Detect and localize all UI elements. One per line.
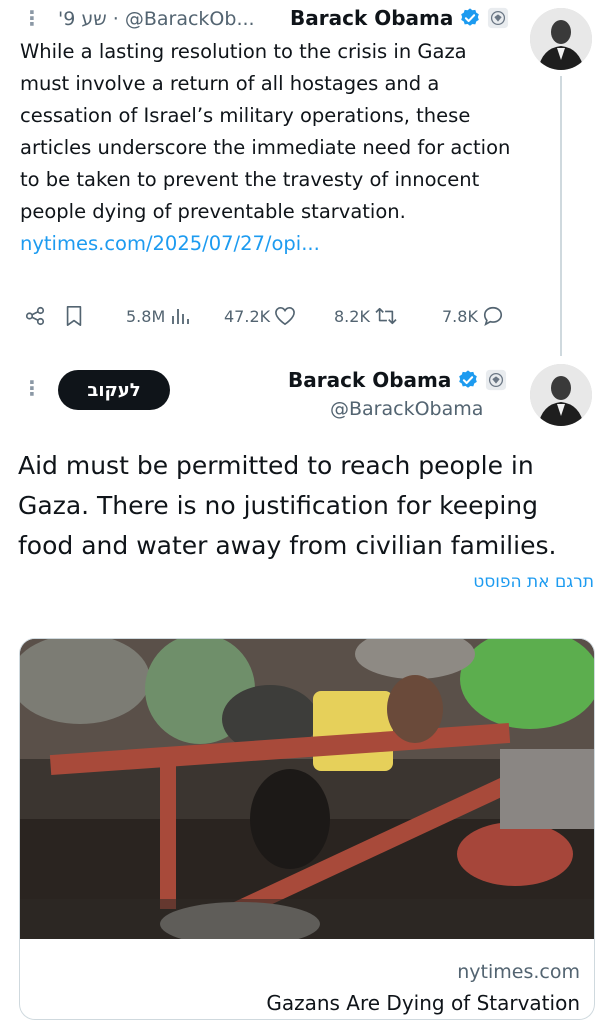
tweet2-author-name: Barack Obama bbox=[288, 368, 452, 392]
article-photo bbox=[20, 639, 594, 939]
views-button[interactable]: 5.8M bbox=[126, 306, 224, 326]
gov-seal-icon bbox=[486, 369, 507, 391]
tweet2-handle: @BarackObama bbox=[330, 398, 484, 420]
share-icon bbox=[25, 306, 45, 326]
tweet2-avatar[interactable] bbox=[530, 364, 592, 426]
follow-button[interactable]: לעקוב bbox=[58, 370, 170, 410]
share-button[interactable] bbox=[24, 305, 64, 327]
replies-count: 7.8K bbox=[442, 306, 478, 326]
retweets-count: 8.2K bbox=[334, 306, 370, 326]
tweet2-text: Aid must be permitted to reach people in… bbox=[18, 451, 557, 560]
tweet1-body: While a lasting resolution to the crisis… bbox=[20, 40, 511, 223]
tweet2-author[interactable]: Barack Obama bbox=[288, 368, 507, 392]
views-count: 5.8M bbox=[126, 306, 166, 326]
translate-post-link[interactable]: תרגם את הפוסט bbox=[473, 572, 594, 592]
card-title: Gazans Are Dying of Starvation bbox=[266, 991, 580, 1015]
views-icon bbox=[172, 309, 190, 324]
tweet1-avatar[interactable] bbox=[530, 8, 592, 70]
tweet1-author-name: Barack Obama bbox=[290, 6, 454, 30]
verified-badge-icon bbox=[461, 8, 480, 26]
tweet1-link[interactable]: nytimes.com/2025/07/27/opi... bbox=[20, 232, 320, 255]
more-options-icon[interactable]: ⋮ bbox=[22, 8, 42, 28]
link-card[interactable]: nytimes.com Gazans Are Dying of Starvati… bbox=[19, 638, 595, 1020]
tweet1-author[interactable]: Barack Obama bbox=[290, 6, 509, 30]
thread-connector bbox=[560, 76, 562, 356]
verified-badge-icon bbox=[459, 370, 478, 388]
tweet1-actions: 5.8M 47.2K 8.2K 7.8K bbox=[24, 300, 524, 332]
gov-seal-icon bbox=[488, 7, 509, 29]
tweet1-handle-time: 'שע 9 · @BarackOb... bbox=[58, 8, 255, 30]
more-options-icon[interactable]: ⋮ bbox=[22, 378, 42, 398]
likes-count: 47.2K bbox=[224, 306, 271, 326]
reply-icon bbox=[483, 306, 503, 326]
reply-button[interactable]: 7.8K bbox=[442, 305, 522, 327]
bookmark-icon bbox=[66, 306, 82, 326]
tweet1-text: While a lasting resolution to the crisis… bbox=[20, 36, 520, 260]
like-icon bbox=[275, 306, 296, 326]
retweet-icon bbox=[375, 307, 397, 325]
bookmark-button[interactable] bbox=[64, 305, 126, 327]
retweet-button[interactable]: 8.2K bbox=[334, 306, 442, 326]
card-domain: nytimes.com bbox=[457, 961, 580, 983]
like-button[interactable]: 47.2K bbox=[224, 306, 334, 326]
